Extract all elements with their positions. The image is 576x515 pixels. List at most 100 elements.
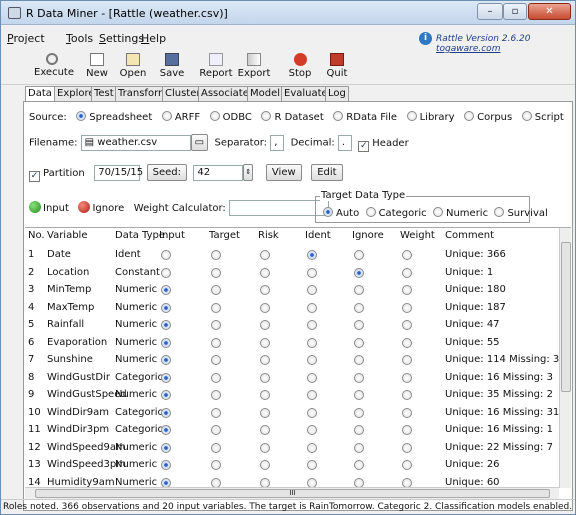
role-radio-weight[interactable] [402,372,412,383]
role-radio-ignore[interactable] [354,285,364,295]
role-radio-input[interactable] [161,425,171,435]
partition-input[interactable]: 70/15/15 [94,164,143,181]
vertical-scrollbar[interactable] [559,228,571,488]
role-radio-input[interactable] [161,442,171,453]
role-radio-input[interactable] [161,250,171,260]
close-button[interactable]: ✕ [528,3,571,20]
role-radio-ignore[interactable] [354,355,364,365]
role-radio-weight[interactable] [402,425,412,435]
minimize-button[interactable]: – [477,3,503,20]
role-radio-ignore[interactable] [354,390,364,400]
partition-checkbox[interactable]: ✓ Partition [29,168,85,182]
role-radio-ident[interactable] [307,267,317,278]
role-radio-ident[interactable] [307,285,317,295]
folder-icon[interactable]: ▭ [190,134,209,151]
open-button[interactable]: Open [119,51,147,83]
source-r-dataset[interactable]: R Dataset [261,111,324,123]
role-radio-target[interactable] [211,250,221,260]
table-row[interactable]: 5 Rainfall Numeric Unique: 47 [25,317,559,334]
horizontal-scrollbar[interactable]: III [25,487,559,499]
role-radio-ignore[interactable] [354,477,364,488]
menu-help[interactable]: Help [141,32,166,45]
role-radio-input[interactable] [161,267,171,278]
tab-evaluate[interactable]: Evaluate [281,86,331,101]
role-radio-input[interactable] [161,285,171,295]
vertical-scroll-thumb[interactable] [561,242,571,392]
role-radio-ignore[interactable] [354,407,364,418]
role-radio-weight[interactable] [402,407,412,418]
table-row[interactable]: 7 Sunshine Numeric Unique: 114 Missing: 3 [25,352,559,369]
seed-input[interactable]: 42 [193,164,244,181]
role-radio-input[interactable] [161,407,171,418]
role-radio-weight[interactable] [402,302,412,313]
role-radio-target[interactable] [211,302,221,313]
role-radio-risk[interactable] [260,355,270,365]
role-radio-input[interactable] [161,302,171,313]
tab-associate[interactable]: Associate [198,86,252,101]
role-radio-ident[interactable] [307,337,317,348]
role-radio-weight[interactable] [402,337,412,348]
horizontal-scroll-thumb[interactable]: III [35,489,550,498]
role-radio-ident[interactable] [307,320,317,330]
tab-model[interactable]: Model [247,86,284,101]
table-row[interactable]: 10 WindDir9am Categoric Unique: 16 Missing:… [25,405,559,422]
role-radio-ignore[interactable] [354,337,364,348]
role-radio-ident[interactable] [307,425,317,435]
table-row[interactable]: 3 MinTemp Numeric Unique: 180 [25,282,559,299]
hdr-risk[interactable]: Risk [258,230,279,244]
hdr-ident[interactable]: Ident [305,230,331,244]
table-row[interactable]: 12 WindSpeed9am Numeric Unique: 22 Missing:… [25,440,559,457]
filename-chooser[interactable]: ▤ weather.csv [80,134,191,151]
table-row[interactable]: 1 Date Ident Unique: 366 [25,247,559,264]
tab-test[interactable]: Test [91,86,117,101]
role-radio-input[interactable] [161,337,171,348]
role-radio-target[interactable] [211,267,221,278]
table-row[interactable]: 8 WindGustDir Categoric Unique: 16 Missing:… [25,370,559,387]
role-radio-ident[interactable] [307,460,317,470]
role-radio-risk[interactable] [260,320,270,330]
source-corpus[interactable]: Corpus [464,111,512,123]
role-radio-risk[interactable] [260,337,270,348]
hdr-ignore[interactable]: Ignore [352,230,384,244]
role-radio-ignore[interactable] [354,250,364,260]
role-radio-weight[interactable] [402,390,412,400]
role-radio-ident[interactable] [307,250,317,260]
role-radio-risk[interactable] [260,250,270,260]
role-radio-ident[interactable] [307,442,317,453]
target-type-categoric[interactable]: Categoric [365,207,427,219]
save-button[interactable]: Save [157,51,187,83]
hdr-target[interactable]: Target [209,230,240,244]
role-radio-target[interactable] [211,407,221,418]
role-radio-target[interactable] [211,477,221,488]
table-row[interactable]: 4 MaxTemp Numeric Unique: 187 [25,300,559,317]
role-radio-input[interactable] [161,355,171,365]
role-radio-input[interactable] [161,390,171,400]
role-radio-input[interactable] [161,372,171,383]
export-button[interactable]: Export [237,51,271,83]
seed-button[interactable]: Seed: [146,164,187,181]
role-radio-ignore[interactable] [354,320,364,330]
role-radio-risk[interactable] [260,477,270,488]
role-radio-weight[interactable] [402,477,412,488]
role-radio-target[interactable] [211,337,221,348]
table-row[interactable]: 11 WindDir3pm Categoric Unique: 16 Missing:… [25,422,559,439]
target-type-numeric[interactable]: Numeric [432,207,488,219]
table-row[interactable]: 14 Humidity9am Numeric Unique: 60 [25,475,559,489]
decimal-input[interactable]: . [337,134,352,151]
role-radio-ignore[interactable] [354,372,364,383]
role-radio-risk[interactable] [260,407,270,418]
weight-input[interactable] [228,200,329,216]
tab-data[interactable]: Data [25,86,55,101]
role-radio-weight[interactable] [402,442,412,453]
role-radio-input[interactable] [161,320,171,330]
role-radio-ignore[interactable] [354,425,364,435]
role-radio-ignore[interactable] [354,460,364,470]
hdr-input[interactable]: Input [159,230,185,244]
role-radio-weight[interactable] [402,285,412,295]
role-radio-ident[interactable] [307,407,317,418]
source-library[interactable]: Library [406,111,455,123]
role-radio-risk[interactable] [260,460,270,470]
role-radio-weight[interactable] [402,320,412,330]
target-type-survival[interactable]: Survival [494,207,548,219]
role-radio-weight[interactable] [402,250,412,260]
